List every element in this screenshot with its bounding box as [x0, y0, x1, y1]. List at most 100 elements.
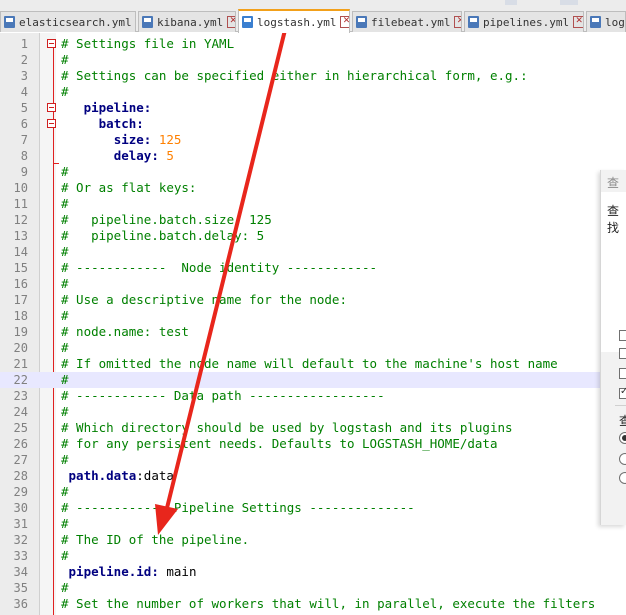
- code-line[interactable]: 10 # Or as flat keys:: [0, 180, 600, 196]
- line-number: 2: [20, 53, 28, 67]
- code-line[interactable]: 36 # Set the number of workers that will,…: [0, 596, 600, 612]
- code-text: batch:: [61, 116, 144, 132]
- option-checkbox[interactable]: [619, 368, 626, 379]
- line-number: 1: [20, 37, 28, 51]
- code-line[interactable]: 6 batch:: [0, 116, 600, 132]
- code-text: size: 125: [61, 132, 182, 148]
- code-line[interactable]: 29 #: [0, 484, 600, 500]
- file-icon: [468, 16, 479, 28]
- code-line[interactable]: 27 #: [0, 452, 600, 468]
- code-line[interactable]: 21 # If omitted the node name will defaul…: [0, 356, 600, 372]
- code-token: # If omitted the node name will default …: [61, 356, 558, 371]
- code-text: pipeline:: [61, 100, 152, 116]
- code-line[interactable]: 16 #: [0, 276, 600, 292]
- code-line[interactable]: 4 #: [0, 84, 600, 100]
- tab-elasticsearch[interactable]: elasticsearch.yml ✕: [0, 11, 136, 32]
- code-text: #: [61, 84, 69, 100]
- line-number: 8: [20, 149, 28, 163]
- code-line[interactable]: 9 #: [0, 164, 600, 180]
- code-line[interactable]: 15 # ------------ Node identity ---------…: [0, 260, 600, 276]
- toolbar-remnant: [560, 0, 578, 5]
- code-token: #: [61, 276, 69, 291]
- code-line[interactable]: 13 # pipeline.batch.delay: 5: [0, 228, 600, 244]
- search-mode-radio-selected[interactable]: [619, 432, 626, 444]
- line-number: 29: [13, 485, 28, 499]
- tab-kibana[interactable]: kibana.yml ✕: [138, 11, 236, 32]
- code-line[interactable]: 33 #: [0, 548, 600, 564]
- code-line[interactable]: 24 #: [0, 404, 600, 420]
- code-line[interactable]: 17 # Use a descriptive name for the node:: [0, 292, 600, 308]
- code-line[interactable]: 11 #: [0, 196, 600, 212]
- code-token: # ------------ Data path ---------------…: [61, 388, 385, 403]
- line-number: 31: [13, 517, 28, 531]
- option-checkbox[interactable]: [619, 330, 626, 341]
- code-text: # for any persistent needs. Defaults to …: [61, 436, 498, 452]
- code-text: # ------------ Data path ---------------…: [61, 388, 385, 404]
- code-line[interactable]: 20 #: [0, 340, 600, 356]
- code-token: # Set the number of workers that will, i…: [61, 596, 596, 611]
- tab-label: logs: [605, 15, 625, 29]
- line-number: 13: [13, 229, 28, 243]
- code-text: # Which directory should be used by logs…: [61, 420, 513, 436]
- code-line[interactable]: 25 # Which directory should be used by lo…: [0, 420, 600, 436]
- search-mode-radio[interactable]: [619, 453, 626, 465]
- close-icon[interactable]: ✕: [227, 16, 235, 28]
- code-line[interactable]: 22 #: [0, 372, 600, 388]
- code-text: # pipeline.batch.delay: 5: [61, 228, 264, 244]
- tab-filebeat[interactable]: filebeat.yml ✕: [352, 11, 462, 32]
- code-token: #: [61, 516, 69, 531]
- close-icon[interactable]: ✕: [340, 16, 349, 28]
- code-token: #: [61, 548, 69, 563]
- code-token: # ------------ Pipeline Settings -------…: [61, 500, 415, 515]
- close-icon[interactable]: ✕: [573, 16, 583, 28]
- line-number: 10: [13, 181, 28, 195]
- code-token: 5: [158, 148, 174, 163]
- code-text: #: [61, 276, 69, 292]
- code-token: size:: [113, 132, 152, 147]
- line-number: 33: [13, 549, 28, 563]
- tab-pipelines[interactable]: pipelines.yml ✕: [464, 11, 584, 32]
- code-line[interactable]: 23 # ------------ Data path -------------…: [0, 388, 600, 404]
- code-line[interactable]: 28 path.data:data: [0, 468, 600, 484]
- code-text: # Set the number of workers that will, i…: [61, 596, 595, 612]
- code-line[interactable]: 3 # Settings can be specified either in h…: [0, 68, 600, 84]
- line-number: 21: [13, 357, 28, 371]
- code-text: #: [61, 484, 69, 500]
- line-number: 5: [20, 101, 28, 115]
- code-line[interactable]: 5 pipeline:: [0, 100, 600, 116]
- option-checkbox[interactable]: [619, 348, 626, 359]
- code-text: #: [61, 196, 69, 212]
- code-line[interactable]: 30 # ------------ Pipeline Settings -----…: [0, 500, 600, 516]
- line-number: 28: [13, 469, 28, 483]
- code-line[interactable]: 8 delay: 5: [0, 148, 600, 164]
- code-line[interactable]: 18 #: [0, 308, 600, 324]
- code-token: #: [61, 244, 69, 259]
- code-line[interactable]: 26 # for any persistent needs. Defaults t…: [0, 436, 600, 452]
- code-text: # ------------ Pipeline Settings -------…: [61, 500, 415, 516]
- code-line[interactable]: 19 # node.name: test: [0, 324, 600, 340]
- line-number: 9: [20, 165, 28, 179]
- code-line[interactable]: 31 #: [0, 516, 600, 532]
- line-number: 17: [13, 293, 28, 307]
- option-checkbox-checked[interactable]: [619, 386, 626, 399]
- code-line[interactable]: 12 # pipeline.batch.size: 125: [0, 212, 600, 228]
- code-text: pipeline.id: main: [61, 564, 197, 580]
- tab-logstash[interactable]: logstash.yml ✕: [238, 9, 350, 33]
- tab-label: pipelines.yml: [483, 15, 570, 29]
- line-number: 12: [13, 213, 28, 227]
- code-line[interactable]: 2 #: [0, 52, 600, 68]
- code-line[interactable]: 1 # Settings file in YAML: [0, 36, 600, 52]
- code-line[interactable]: 34 pipeline.id: main: [0, 564, 600, 580]
- tab-find[interactable]: 查找: [607, 202, 626, 236]
- tab-logs[interactable]: logs: [586, 11, 626, 32]
- code-line[interactable]: 35 #: [0, 580, 600, 596]
- line-number: 26: [13, 437, 28, 451]
- code-line[interactable]: 32 # The ID of the pipeline.: [0, 532, 600, 548]
- code-line[interactable]: 14 #: [0, 244, 600, 260]
- search-mode-radio[interactable]: [619, 472, 626, 484]
- code-line[interactable]: 7 size: 125: [0, 132, 600, 148]
- close-icon[interactable]: ✕: [454, 16, 461, 28]
